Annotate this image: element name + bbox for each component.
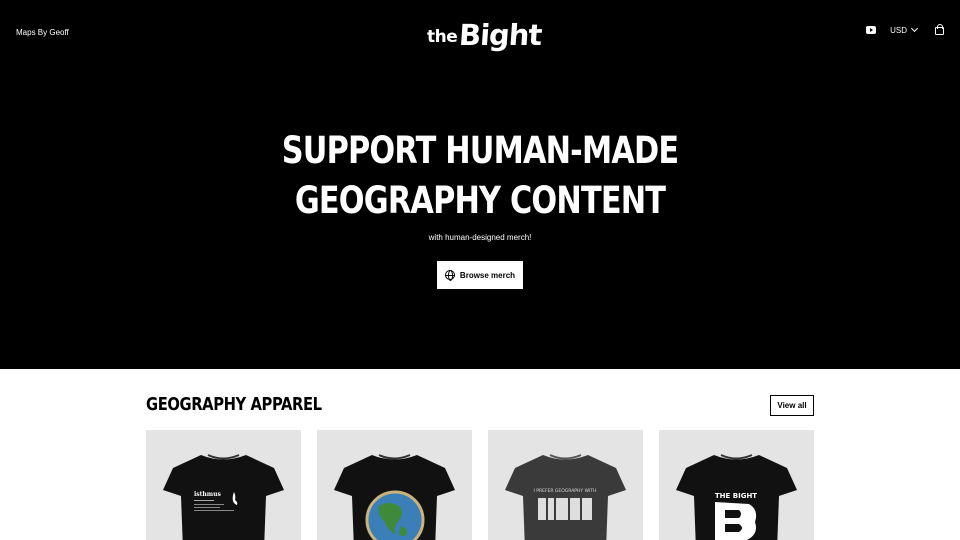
site-header: Maps By Geoff the Bight USD [0,0,960,66]
logo-the: the [427,27,458,47]
cart-icon[interactable] [935,24,944,35]
section-title: GEOGRAPHY APPAREL [146,394,322,415]
the-bight-print-text: THE BIGHT [715,492,757,500]
svg-text:I PREFER GEOGRAPHY WITH: I PREFER GEOGRAPHY WITH [534,488,597,494]
globe-icon [444,270,455,281]
view-all-button[interactable]: View all [770,395,814,416]
chevron-down-icon [910,24,919,33]
product-card[interactable] [317,430,472,540]
browse-merch-button[interactable]: Browse merch [437,261,523,289]
tshirt-globe-image [334,454,455,540]
currency-label: USD [890,25,907,35]
isthmus-print-text: isthmus [194,491,222,498]
product-grid: isthmus I PREFER GEOGRAPHY WITH THE BIGH… [146,430,814,540]
browse-merch-label: Browse merch [459,270,516,280]
product-card[interactable]: I PREFER GEOGRAPHY WITH [488,430,643,540]
logo-bight: Bight [458,18,543,52]
hero-title-line2: GEOGRAPHY CONTENT [294,179,666,222]
product-card[interactable]: isthmus [146,430,301,540]
currency-selector[interactable]: USD [890,24,919,35]
brand-link[interactable]: Maps By Geoff [16,28,69,37]
youtube-icon[interactable] [866,26,877,34]
product-card[interactable]: THE BIGHT [659,430,814,540]
hero-subtitle: with human-designed merch! [428,233,532,242]
hero-title-line1: SUPPORT HUMAN-MADE [281,129,679,172]
header-actions: USD [866,24,944,35]
tshirt-the-bight-image: THE BIGHT [676,454,797,540]
hero-title: SUPPORT HUMAN-MADE GEOGRAPHY CONTENT [86,126,873,226]
tshirt-bight-image: I PREFER GEOGRAPHY WITH [505,454,626,540]
tshirt-isthmus-image: isthmus [163,454,284,540]
hero-banner: SUPPORT HUMAN-MADE GEOGRAPHY CONTENT wit… [0,66,960,369]
site-logo[interactable]: the Bight [427,14,543,52]
geography-apparel-section: GEOGRAPHY APPAREL View all isthmus I PRE… [0,369,960,540]
